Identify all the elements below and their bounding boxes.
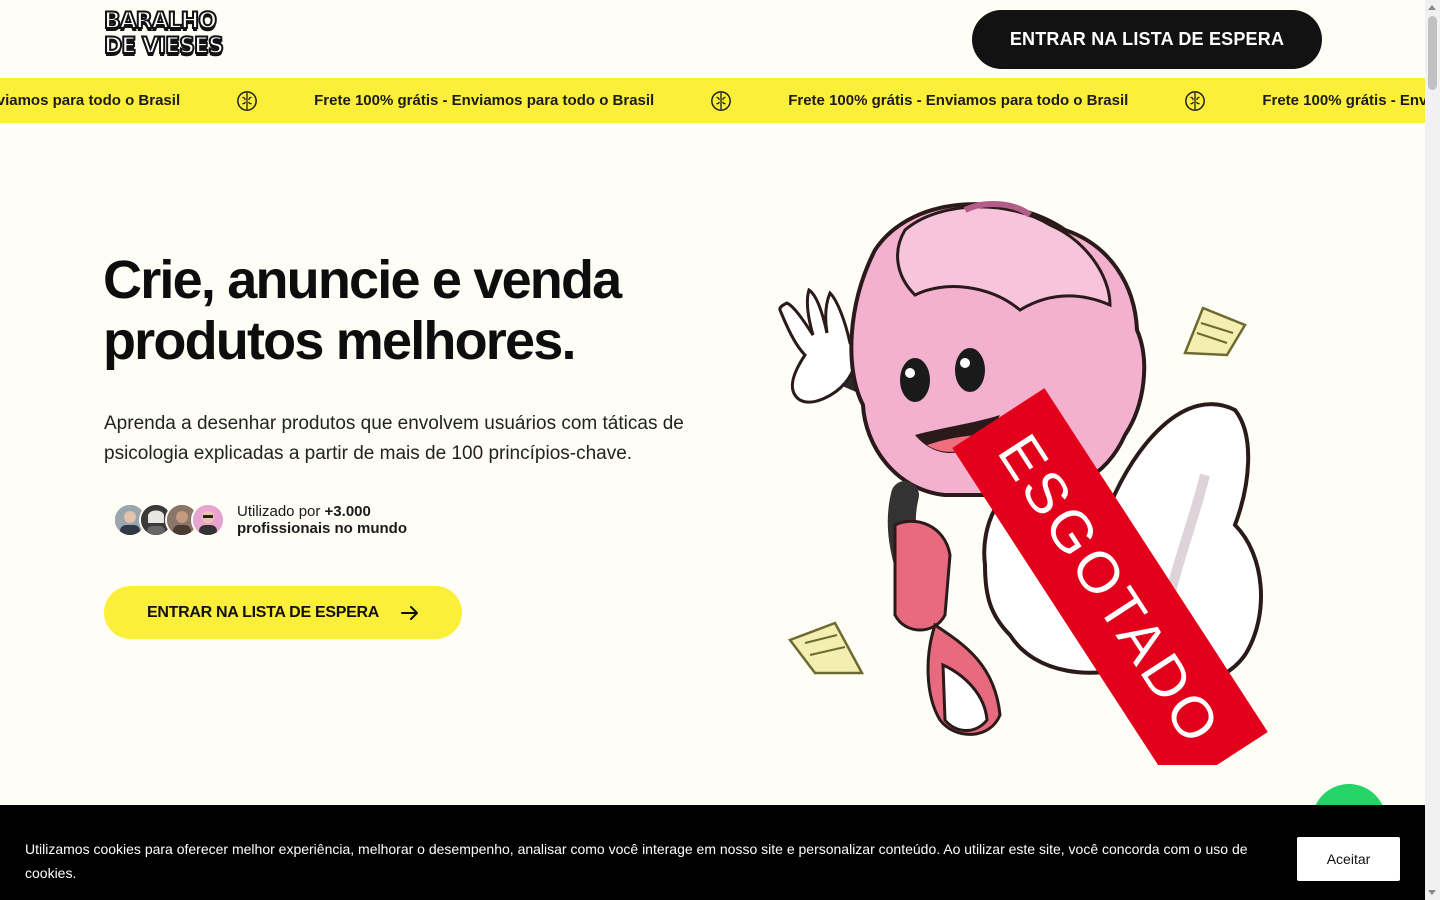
note-icon	[1183, 306, 1247, 357]
brain-icon	[237, 90, 258, 111]
hero-title-line-2: produtos melhores.	[103, 311, 576, 371]
shipping-marquee: Frete 100% grátis - Enviamos para todo o…	[0, 78, 1425, 123]
brain-icon	[1185, 90, 1206, 111]
marquee-track: Frete 100% grátis - Enviamos para todo o…	[0, 78, 1425, 123]
hero-title: Crie, anuncie e venda produtos melhores.	[103, 250, 743, 372]
hero-title-line-1: Crie, anuncie e venda	[103, 250, 622, 310]
hero-waitlist-button[interactable]: ENTRAR NA LISTA DE ESPERA	[104, 586, 462, 639]
cookie-text: Utilizamos cookies para oferecer melhor …	[25, 841, 1248, 881]
cookie-accept-button[interactable]: Aceitar	[1297, 837, 1400, 881]
proof-prefix: Utilizado por	[237, 503, 325, 520]
logo-line-1: BARALHO	[103, 8, 218, 35]
scroll-thumb[interactable]	[1428, 16, 1437, 90]
marquee-item: Frete 100% grátis - Enviamos para todo o…	[0, 90, 314, 112]
marquee-item: Frete 100% grátis - Enviamos para todo o…	[1262, 92, 1425, 109]
scroll-up-arrow-icon[interactable]	[1428, 5, 1436, 10]
arrow-right-icon	[400, 605, 418, 620]
brain-icon	[711, 90, 732, 111]
avatar-group	[113, 503, 225, 537]
marquee-text: Frete 100% grátis - Enviamos para todo o…	[788, 92, 1129, 109]
hero-waitlist-label: ENTRAR NA LISTA DE ESPERA	[147, 603, 379, 621]
marquee-item: Frete 100% grátis - Enviamos para todo o…	[314, 90, 788, 112]
proof-count: +3.000	[324, 503, 371, 520]
cookie-consent-bar: Utilizamos cookies para oferecer melhor …	[0, 805, 1425, 900]
marquee-text: Frete 100% grátis - Enviamos para todo o…	[1262, 92, 1425, 109]
marquee-text: Frete 100% grátis - Enviamos para todo o…	[314, 92, 655, 109]
brand-logo[interactable]: BARALHO DE VIESES	[103, 8, 225, 65]
proof-suffix: profissionais no mundo	[237, 520, 408, 537]
scroll-down-arrow-icon[interactable]	[1428, 890, 1436, 895]
social-proof-text: Utilizado por +3.000 profissionais no mu…	[237, 503, 407, 537]
logo-line-2: DE VIESES	[103, 33, 225, 60]
site-header: BARALHO DE VIESES ENTRAR NA LISTA DE ESP…	[0, 0, 1425, 78]
hero-description: Aprenda a desenhar produtos que envolvem…	[104, 413, 684, 464]
marquee-item: Frete 100% grátis - Enviamos para todo o…	[788, 90, 1262, 112]
brain-mascot-illustration: ESGOTADO	[778, 201, 1268, 765]
note-icon	[787, 621, 865, 675]
social-proof: Utilizado por +3.000 profissionais no mu…	[113, 500, 407, 540]
header-waitlist-button[interactable]: ENTRAR NA LISTA DE ESPERA	[972, 10, 1322, 69]
page-scrollbar[interactable]	[1425, 0, 1440, 900]
marquee-text: Frete 100% grátis - Enviamos para todo o…	[0, 92, 181, 109]
avatar	[191, 503, 225, 537]
